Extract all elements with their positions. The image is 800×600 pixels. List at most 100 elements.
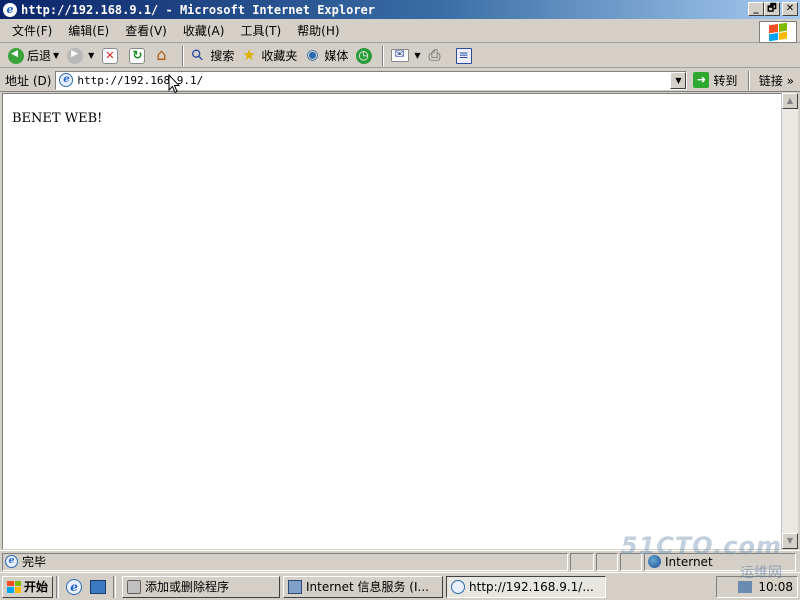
close-button[interactable]: ✕ [782, 2, 798, 16]
menu-bar: 文件(F) 编辑(E) 查看(V) 收藏(A) 工具(T) 帮助(H) [0, 19, 800, 43]
vertical-scrollbar[interactable]: ▲ ▼ [781, 93, 798, 549]
done-ie-icon: e [5, 555, 18, 568]
watermark-logo: 51CTO.com [620, 532, 782, 560]
minimize-button[interactable]: _ [748, 2, 764, 16]
iis-icon [288, 579, 303, 594]
address-label: 地址 (D) [5, 73, 52, 88]
menu-edit-key: (E) [92, 24, 110, 38]
url-input[interactable] [77, 73, 668, 87]
task-ie-window[interactable]: http://192.168.9.1/... [446, 575, 607, 598]
menu-file[interactable]: 文件(F) [4, 22, 60, 39]
address-dropdown-icon[interactable]: ▼ [670, 71, 687, 89]
network-icon[interactable] [738, 581, 753, 593]
menu-tools[interactable]: 工具(T) [232, 22, 289, 39]
stop-button[interactable] [98, 45, 125, 67]
quicklaunch-ie-icon[interactable]: e [65, 578, 83, 596]
printer-icon [429, 46, 445, 64]
menu-view-key: (V) [149, 24, 167, 38]
links-chevron-icon: » [786, 74, 794, 88]
links-separator [748, 71, 750, 90]
menu-help-key: (H) [321, 24, 340, 38]
address-field[interactable]: e ▼ [55, 70, 688, 90]
scroll-up-icon[interactable]: ▲ [782, 93, 798, 109]
task-iis-manager[interactable]: Internet 信息服务 (I... [283, 575, 444, 598]
title-bar[interactable]: e http://192.168.9.1/ - Microsoft Intern… [0, 0, 800, 19]
quicklaunch-separator [56, 575, 60, 598]
mouse-cursor-icon [168, 74, 180, 94]
page-content[interactable]: BENET WEB! [2, 93, 781, 549]
maximize-button[interactable]: 🗗 [764, 2, 780, 16]
forward-arrow-icon [67, 47, 84, 64]
back-label: 后退 [27, 49, 52, 63]
media-label: 媒体 [324, 49, 349, 63]
go-button[interactable]: ➜ 转到 [693, 72, 737, 89]
menu-file-key: (F) [36, 24, 53, 38]
mail-icon [391, 47, 410, 62]
mail-dropdown-icon[interactable]: ▼ [414, 51, 420, 60]
menu-edit[interactable]: 编辑(E) [60, 22, 117, 39]
task-add-remove-programs[interactable]: 添加或删除程序 [122, 575, 281, 598]
scroll-down-icon[interactable]: ▼ [782, 533, 798, 549]
refresh-button[interactable] [125, 45, 152, 67]
history-icon [356, 47, 373, 64]
media-button[interactable]: 媒体 [301, 45, 352, 67]
menu-edit-label: 编辑 [68, 24, 93, 38]
window-title: http://192.168.9.1/ - Microsoft Internet… [21, 2, 376, 17]
menu-favorites-label: 收藏 [182, 24, 207, 38]
window-controls: _ 🗗 ✕ [748, 2, 798, 16]
status-panel [596, 552, 618, 571]
back-arrow-icon [8, 47, 24, 64]
go-label: 转到 [713, 73, 738, 88]
star-icon [242, 46, 258, 64]
menu-help[interactable]: 帮助(H) [289, 22, 347, 39]
back-dropdown-icon[interactable]: ▼ [53, 51, 59, 60]
status-text-panel: e 完毕 [2, 552, 568, 571]
ie-window: e http://192.168.9.1/ - Microsoft Intern… [0, 0, 800, 572]
print-button[interactable] [425, 45, 452, 67]
menu-view-label: 查看 [125, 24, 150, 38]
clock[interactable]: 10:08 [758, 580, 793, 594]
search-icon [191, 48, 207, 64]
edit-page-icon [455, 47, 472, 64]
mail-button[interactable]: ▼ [387, 45, 424, 67]
menu-view[interactable]: 查看(V) [117, 22, 175, 39]
history-button[interactable] [352, 45, 379, 67]
toolbar-separator [182, 45, 185, 66]
windows-flag-icon [769, 22, 787, 42]
search-button[interactable]: 搜索 [187, 45, 238, 67]
quicklaunch-separator [113, 575, 117, 598]
favorites-button[interactable]: 收藏夹 [238, 45, 301, 67]
page-body-text: BENET WEB! [12, 111, 103, 126]
menu-tools-key: (T) [264, 24, 282, 38]
search-label: 搜索 [210, 49, 235, 63]
ie-icon: e [3, 2, 17, 17]
favorites-label: 收藏夹 [261, 49, 298, 63]
quicklaunch-desktop-icon[interactable] [89, 578, 107, 596]
go-arrow-icon: ➜ [693, 72, 710, 88]
toolbar-separator [382, 45, 385, 66]
standard-toolbar: 后退 ▼ ▼ 搜索 收藏夹 媒体 ▼ [0, 44, 800, 68]
links-button[interactable]: 链接 » [759, 72, 794, 89]
menu-favorites[interactable]: 收藏(A) [175, 22, 233, 39]
links-label: 链接 [758, 74, 783, 88]
start-label: 开始 [24, 580, 49, 594]
ie-icon [451, 579, 466, 594]
windows-logo [759, 21, 797, 43]
task-label: 添加或删除程序 [145, 580, 230, 594]
home-button[interactable] [152, 45, 179, 67]
start-button[interactable]: 开始 [2, 575, 54, 598]
page-ie-icon: e [59, 73, 74, 87]
refresh-icon [129, 47, 146, 64]
task-label: Internet 信息服务 (I... [306, 580, 429, 594]
watermark-subtitle: 运维网 [740, 565, 782, 581]
menu-file-label: 文件 [12, 24, 37, 38]
status-panel [570, 552, 594, 571]
edit-button[interactable] [452, 45, 479, 67]
forward-button[interactable]: ▼ [63, 45, 98, 67]
menu-favorites-key: (A) [206, 24, 225, 38]
back-button[interactable]: 后退 ▼ [4, 45, 63, 67]
media-icon [305, 47, 321, 64]
forward-dropdown-icon[interactable]: ▼ [88, 51, 94, 60]
status-text: 完毕 [22, 555, 47, 569]
menu-tools-label: 工具 [240, 24, 265, 38]
